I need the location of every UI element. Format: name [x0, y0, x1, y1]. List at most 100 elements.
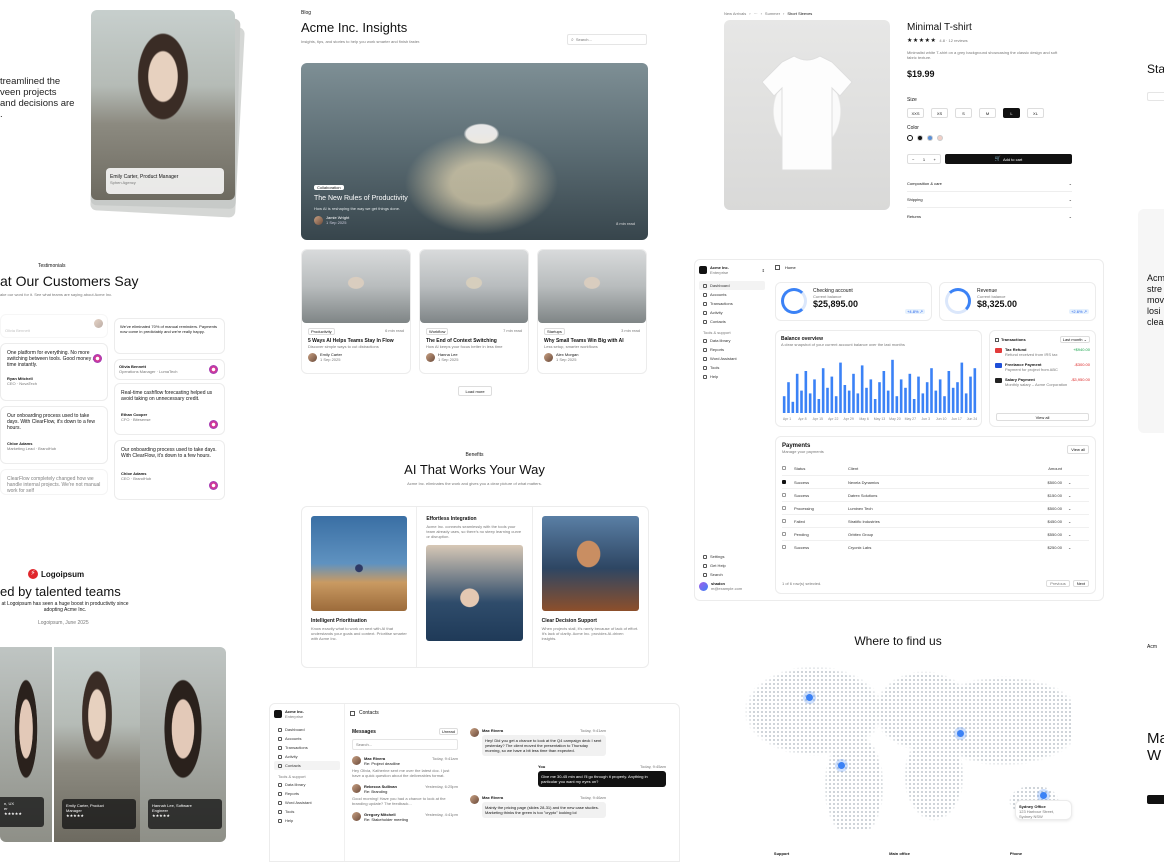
transaction-item[interactable]: Freelance Payment Payment for project fro…: [995, 362, 1090, 372]
payments-table: Status Client Amount Success Nexela Dynam…: [782, 462, 1089, 553]
message-list-item[interactable]: Rebecca Sullivan Yesterday, 6:25pm Re: Br…: [352, 784, 458, 794]
next-page-button[interactable]: Next: [1072, 580, 1089, 587]
sidebar-item-word-assistant[interactable]: Word Assistant: [274, 798, 340, 807]
period-select[interactable]: Last month ⌄: [1059, 336, 1090, 343]
accordion-shipping[interactable]: Shipping ⌄: [907, 192, 1072, 208]
database-icon: [703, 338, 707, 343]
messages-header: Contacts: [350, 710, 379, 716]
sidebar-item-accounts[interactable]: Accounts: [699, 290, 765, 299]
featured-author: Jamie Wright 1 Sep 2025: [314, 215, 349, 225]
sidebar-item-search[interactable]: Search: [699, 570, 765, 579]
table-row[interactable]: Success Datrex Solutions $150.00 ⌄: [782, 488, 1089, 501]
sidebar-item-transactions[interactable]: Transactions: [699, 299, 765, 308]
transaction-item[interactable]: Salary Payment Monthly salary – Acme Corp…: [995, 377, 1090, 387]
table-row[interactable]: Failed Stratific Industries $450.00 ⌄: [782, 514, 1089, 527]
blog-post-card[interactable]: Workflow 7 min read The End of Context Sw…: [419, 249, 529, 374]
breadcrumb-item: Short Sleeves: [787, 11, 813, 16]
row-menu-chevron-icon[interactable]: ⌄: [1068, 480, 1071, 485]
color-swatch[interactable]: [937, 135, 943, 141]
size-option[interactable]: XXS: [907, 108, 924, 118]
minus-icon[interactable]: −: [912, 157, 914, 162]
row-menu-chevron-icon[interactable]: ⌄: [1068, 532, 1071, 537]
sidebar-toggle-icon[interactable]: [775, 265, 780, 270]
map-pin-icon[interactable]: [806, 694, 813, 701]
unread-filter-button[interactable]: Unread: [438, 728, 458, 735]
message-list-item[interactable]: Gregory Mitchell Yesterday, 4:41pm Re: St…: [352, 812, 458, 822]
featured-post[interactable]: Collaboration The New Rules of Productiv…: [301, 63, 648, 240]
row-menu-chevron-icon[interactable]: ⌄: [1068, 506, 1071, 511]
breadcrumb-item[interactable]: Summer: [765, 11, 780, 16]
chat-message-own: You Today, 9:45am Give me 30-45 min and I…: [538, 764, 670, 787]
sidebar-item-contacts[interactable]: Contacts: [274, 761, 340, 770]
blog-post-card[interactable]: Startups 3 min read Why Small Teams Win B…: [537, 249, 647, 374]
accordion-returns[interactable]: Returns ⌄: [907, 208, 1072, 224]
row-checkbox[interactable]: [782, 479, 786, 484]
size-option[interactable]: M: [979, 108, 996, 118]
previous-page-button[interactable]: Previous: [1046, 580, 1070, 587]
sidebar-item-activity[interactable]: Activity: [274, 752, 340, 761]
blog-post-card[interactable]: Productivity 6 min read 5 Ways AI Helps T…: [301, 249, 411, 374]
size-option[interactable]: S: [955, 108, 972, 118]
blog-search-input[interactable]: ⌕ Search...: [567, 34, 647, 45]
row-menu-chevron-icon[interactable]: ⌄: [1068, 519, 1071, 524]
sidebar-item-accounts[interactable]: Accounts: [274, 734, 340, 743]
view-all-payments-button[interactable]: View all: [1067, 445, 1089, 454]
sidebar-item-settings[interactable]: Settings: [699, 552, 765, 561]
table-row[interactable]: Success Cryonix Labs $250.00 ⌄: [782, 540, 1089, 553]
view-all-transactions-button[interactable]: View all: [996, 413, 1089, 421]
sidebar-item-help[interactable]: Help: [699, 372, 765, 381]
sidebar-item-help[interactable]: Help: [274, 816, 340, 825]
sidebar-item-reports[interactable]: Reports: [699, 345, 765, 354]
sidebar-item-dashboard[interactable]: Dashboard: [274, 725, 340, 734]
message-list-item[interactable]: Max Rivera Today, 9:41am Re: Project dead…: [352, 756, 458, 766]
sidebar-item-contacts[interactable]: Contacts: [699, 317, 765, 326]
sidebar-item-get-help[interactable]: Get Help: [699, 561, 765, 570]
add-to-cart-button[interactable]: 🛒 Add to cart: [945, 154, 1072, 164]
assistant-icon: [278, 800, 282, 805]
row-checkbox[interactable]: [782, 544, 786, 549]
chevron-down-icon: ⌄: [1068, 197, 1072, 202]
quantity-stepper[interactable]: − 1 +: [907, 154, 941, 164]
row-checkbox[interactable]: [782, 492, 786, 497]
sidebar-item-dashboard[interactable]: Dashboard: [699, 281, 765, 290]
row-menu-chevron-icon[interactable]: ⌄: [1068, 545, 1071, 550]
far-right-button[interactable]: [1147, 795, 1164, 804]
size-option[interactable]: XL: [1027, 108, 1044, 118]
plus-icon[interactable]: +: [933, 157, 935, 162]
accordion-composition[interactable]: Composition & care ⌄: [907, 176, 1072, 192]
load-more-button[interactable]: Load more: [458, 386, 492, 396]
chevron-updown-icon[interactable]: ⇕: [762, 268, 765, 273]
size-option[interactable]: XS: [931, 108, 948, 118]
far-right-input[interactable]: [1147, 92, 1164, 101]
map-pin-icon[interactable]: [1040, 792, 1047, 799]
color-swatch[interactable]: [907, 135, 913, 141]
sidebar-item-tools[interactable]: Tools: [699, 363, 765, 372]
sidebar-item-data-library[interactable]: Data library: [274, 780, 340, 789]
map-pin-icon[interactable]: [957, 730, 964, 737]
messages-search-input[interactable]: Search...: [352, 739, 458, 750]
sidebar-toggle-icon[interactable]: [350, 710, 355, 716]
sidebar-item-word-assistant[interactable]: Word Assistant: [699, 354, 765, 363]
row-checkbox[interactable]: [782, 518, 786, 523]
sidebar-item-data-library[interactable]: Data library: [699, 336, 765, 345]
table-row[interactable]: Pending Orbitex Group $550.00 ⌄: [782, 527, 1089, 540]
sidebar-item-transactions[interactable]: Transactions: [274, 743, 340, 752]
row-checkbox[interactable]: [782, 531, 786, 536]
breadcrumb: New Arrivals › ··· › Summer › Short Slee…: [724, 11, 813, 16]
color-swatch[interactable]: [927, 135, 933, 141]
transaction-item[interactable]: Tax Refund Refund received from IRS tax +$…: [995, 347, 1090, 357]
size-label: Size: [907, 97, 917, 103]
sidebar-item-activity[interactable]: Activity: [699, 308, 765, 317]
size-option[interactable]: L: [1003, 108, 1020, 118]
select-all-checkbox[interactable]: [782, 466, 786, 470]
table-row[interactable]: Success Nexela Dynamics $500.00 ⌄: [782, 475, 1089, 488]
sidebar-item-reports[interactable]: Reports: [274, 789, 340, 798]
breadcrumb-item[interactable]: New Arrivals: [724, 11, 746, 16]
map-pin-icon[interactable]: [838, 762, 845, 769]
color-swatch[interactable]: [917, 135, 923, 141]
row-menu-chevron-icon[interactable]: ⌄: [1068, 493, 1071, 498]
table-row[interactable]: Processing Luminex Tech $500.00 ⌄: [782, 501, 1089, 514]
sidebar-item-tools[interactable]: Tools: [274, 807, 340, 816]
user-menu[interactable]: shadcn m@example.com: [699, 581, 765, 591]
row-checkbox[interactable]: [782, 505, 786, 510]
